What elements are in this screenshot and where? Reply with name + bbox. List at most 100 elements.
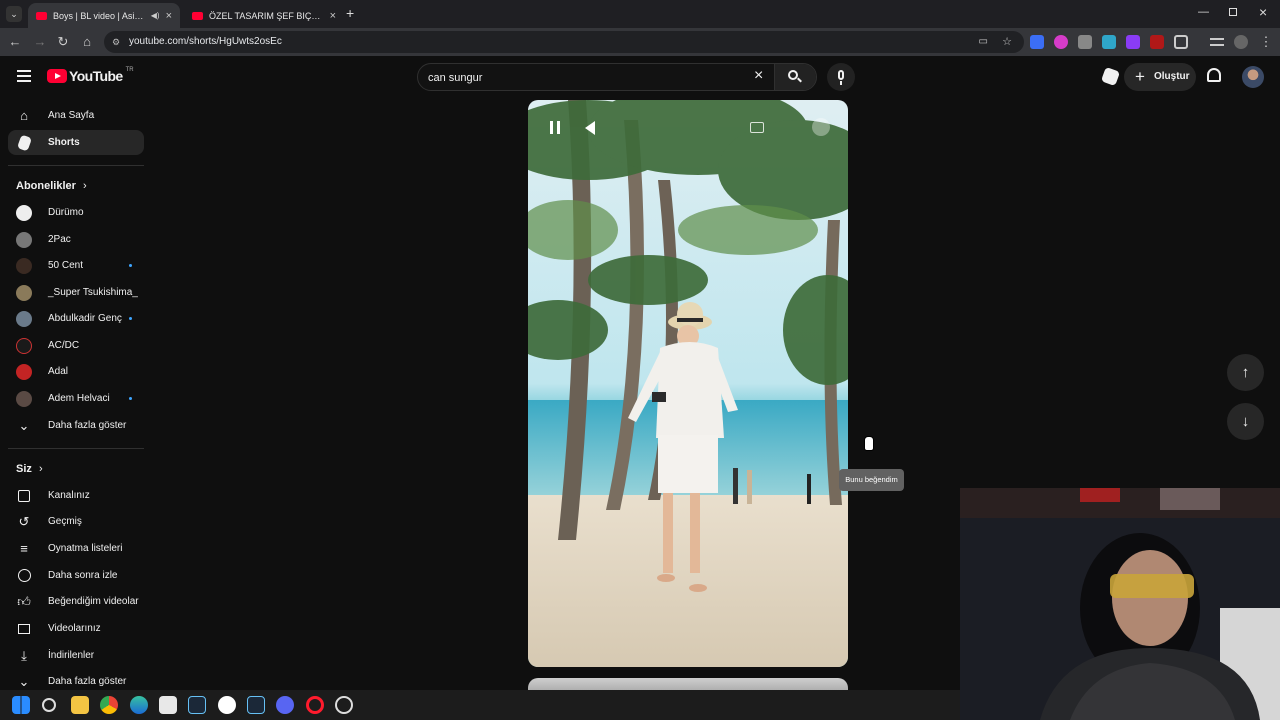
extensions-puzzle-icon[interactable] [1174,35,1188,49]
sidebar-item-playlists[interactable]: ≡ Oynatma listeleri [8,536,144,561]
extension-icon[interactable] [1150,35,1164,49]
extension-icon[interactable] [1126,35,1140,49]
account-avatar[interactable] [1242,66,1264,88]
yandex-icon[interactable] [218,696,236,714]
shorts-video-player[interactable] [528,100,848,667]
you-title: Siz [16,463,32,475]
speaker-icon: ◀) [150,11,160,20]
captions-icon[interactable] [750,122,764,133]
hamburger-menu-icon[interactable] [17,70,31,82]
sidebar-item-label: 50 Cent [48,260,84,271]
sidebar-item-label: Abdulkadir Genç [48,313,122,324]
youtube-logo[interactable]: YouTube TR [47,67,134,84]
fullscreen-icon[interactable] [812,118,830,136]
browser-tab-bar: ⌄ Boys | BL video | Asian Men ◀) × ÖZEL … [0,0,1280,28]
extension-icon[interactable] [1054,35,1068,49]
start-windows-icon[interactable] [12,696,30,714]
sidebar-item-subscription[interactable]: 50 Cent [8,253,144,278]
pause-icon[interactable] [550,121,560,134]
sidebar-item-your-channel[interactable]: Kanalınız [8,483,144,508]
store-icon[interactable] [159,696,177,714]
sidebar-item-watch-later[interactable]: Daha sonra izle [8,563,144,588]
site-info-icon[interactable]: ⚙ [112,31,120,53]
extension-icon[interactable] [1078,35,1092,49]
home-icon: ⌂ [20,108,28,123]
sidebar-item-subscription[interactable]: 2Pac [8,227,144,252]
you-heading[interactable]: Siz › [16,463,43,475]
steam-icon[interactable] [188,696,206,714]
search-button[interactable] [774,64,816,90]
clear-search-icon[interactable]: × [754,67,763,85]
sidebar-item-label: Daha fazla göster [48,676,127,687]
youtube-favicon-icon [36,11,47,20]
menu-kebab-icon[interactable]: ⋮ [1258,34,1274,50]
chevron-down-icon: ⌄ [18,417,30,433]
opera-icon[interactable] [306,696,324,714]
sidebar-item-label: Dürümo [48,207,84,218]
divider [8,448,144,449]
reload-icon[interactable]: ↻ [55,34,71,50]
install-icon[interactable]: ▭ [979,31,988,53]
volume-icon[interactable] [585,121,595,135]
steam-icon[interactable] [247,696,265,714]
sidebar-item-label: Daha sonra izle [48,570,118,581]
next-short-button[interactable]: ↓ [1227,403,1264,440]
subscriptions-heading[interactable]: Abonelikler › [16,180,87,192]
sidebar-item-subscription[interactable]: Adem Helvaci [8,386,144,411]
close-tab-icon[interactable]: × [166,10,172,22]
tab-inactive[interactable]: ÖZEL TASARIM ŞEF BIÇAĞINI İN × [184,3,344,28]
create-button[interactable]: + Oluştur [1124,63,1196,91]
channel-icon [16,488,32,504]
sidebar-show-more-subscriptions[interactable]: ⌄ Daha fazla göster [8,413,144,438]
chevron-right-icon: › [82,180,87,192]
tab-list-icon[interactable]: ⌄ [6,6,22,22]
sidebar-item-label: Ana Sayfa [48,110,95,121]
bookmark-star-icon[interactable]: ☆ [1002,31,1012,53]
previous-short-button[interactable]: ↑ [1227,354,1264,391]
minimize-icon[interactable]: — [1198,6,1209,18]
sidebar-item-liked-videos[interactable]: 👍︎ Beğendiğim videolar [8,589,144,614]
address-bar[interactable]: ⚙ youtube.com/shorts/HgUwts2osEc ▭ ☆ [104,31,1024,53]
sidebar-item-home[interactable]: ⌂ Ana Sayfa [8,103,144,128]
notifications-bell-icon[interactable] [1207,68,1221,82]
close-window-icon[interactable]: × [1259,4,1267,20]
extension-icon[interactable] [1030,35,1044,49]
chrome-icon[interactable] [100,696,118,714]
search-input[interactable] [428,68,748,88]
playlists-icon: ≡ [20,541,28,556]
home-icon[interactable]: ⌂ [79,34,95,50]
new-tab-button[interactable]: + [346,5,354,21]
restore-icon[interactable] [1229,8,1237,16]
like-tooltip: Bunu beğendim [839,469,904,491]
sidebar-item-subscription[interactable]: Adal [8,359,144,384]
tab-title: Boys | BL video | Asian Men [53,10,147,21]
forward-icon[interactable]: → [32,34,48,50]
extension-icon[interactable] [1102,35,1116,49]
new-content-dot [129,397,132,400]
taskbar-search-icon[interactable] [42,698,56,712]
sidebar-item-downloads[interactable]: ⤓ İndirilenler [8,643,144,668]
sidebar-item-your-videos[interactable]: Videolarınız [8,616,144,641]
sidebar-item-subscription[interactable]: AC/DC [8,333,144,358]
voice-search-button[interactable] [827,63,855,91]
tab-active[interactable]: Boys | BL video | Asian Men ◀) × [28,3,180,28]
sidebar-item-history[interactable]: ↺ Geçmiş [8,509,144,534]
sidebar-item-subscription[interactable]: Dürümo [8,200,144,225]
microphone-icon [838,70,844,80]
close-tab-icon[interactable]: × [330,10,336,22]
tab-title: ÖZEL TASARIM ŞEF BIÇAĞINI İN [209,10,324,21]
sidebar-item-shorts[interactable]: Shorts [8,130,144,155]
reading-list-icon[interactable] [1210,38,1224,46]
shorts-create-icon[interactable] [1100,66,1121,87]
discord-icon[interactable] [276,696,294,714]
sidebar-item-label: Videolarınız [48,623,101,634]
sidebar-item-subscription[interactable]: _Super Tsukishima_ [8,280,144,305]
back-icon[interactable]: ← [7,34,23,50]
sidebar-item-subscription[interactable]: Abdulkadir Genç [8,306,144,331]
edge-icon[interactable] [130,696,148,714]
app-icon[interactable] [335,696,353,714]
sidebar-item-label: Beğendiğim videolar [48,596,139,607]
profile-avatar-icon[interactable] [1234,35,1248,49]
channel-avatar [16,363,32,380]
file-explorer-icon[interactable] [71,696,89,714]
